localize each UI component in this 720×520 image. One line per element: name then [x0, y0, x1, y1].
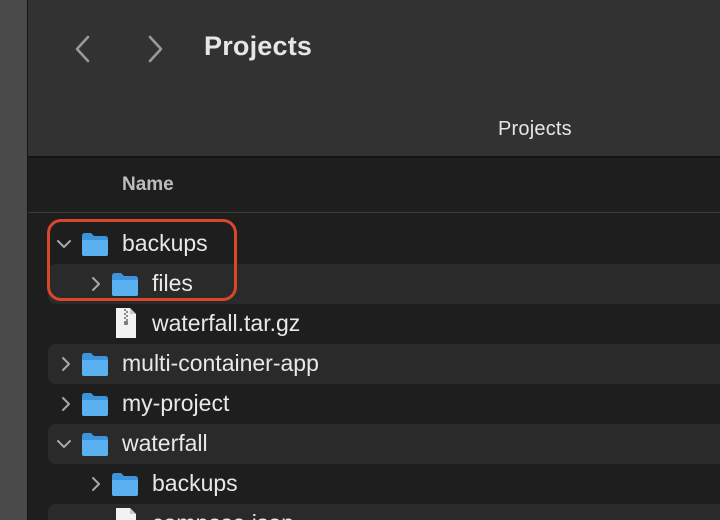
- list-item[interactable]: compose.json: [48, 504, 720, 520]
- item-name: backups: [122, 230, 208, 256]
- back-button[interactable]: [68, 32, 98, 66]
- folder-icon: [112, 473, 138, 496]
- list-item[interactable]: multi-container-app: [48, 344, 720, 384]
- folder-icon: [82, 233, 108, 256]
- item-name: my-project: [122, 390, 230, 416]
- disclosure-open-icon[interactable]: [56, 436, 72, 452]
- disclosure-open-icon[interactable]: [56, 236, 72, 252]
- document-file-icon: [116, 508, 136, 520]
- list-item[interactable]: files: [48, 264, 720, 304]
- folder-icon: [112, 273, 138, 296]
- folder-icon: [82, 353, 108, 376]
- chevron-right-icon: [148, 35, 163, 63]
- disclosure-closed-icon[interactable]: [88, 276, 104, 292]
- disclosure-closed-icon[interactable]: [58, 356, 74, 372]
- list-item[interactable]: backups: [48, 224, 720, 264]
- item-name: files: [152, 270, 193, 296]
- sidebar-edge: [0, 0, 27, 520]
- list-item[interactable]: my-project: [48, 384, 720, 424]
- finder-window: Projects Projects Name backups files wat…: [0, 0, 720, 520]
- path-bar-title: Projects: [498, 118, 572, 140]
- list-item[interactable]: backups: [48, 464, 720, 504]
- item-name: compose.json: [152, 510, 294, 520]
- toolbar: [28, 0, 720, 156]
- forward-button[interactable]: [140, 32, 170, 66]
- column-header-name[interactable]: Name: [28, 158, 720, 212]
- header-divider: [28, 212, 720, 213]
- list-item[interactable]: waterfall.tar.gz: [48, 304, 720, 344]
- item-name: multi-container-app: [122, 350, 319, 376]
- chevron-left-icon: [75, 35, 90, 63]
- file-list: Name backups files waterfall.tar.gz mult…: [28, 158, 720, 520]
- item-name: waterfall.tar.gz: [152, 310, 301, 336]
- folder-icon: [82, 433, 108, 456]
- list-item[interactable]: waterfall: [48, 424, 720, 464]
- disclosure-closed-icon[interactable]: [88, 476, 104, 492]
- folder-icon: [82, 393, 108, 416]
- window-title: Projects: [204, 31, 313, 61]
- item-name: waterfall: [122, 430, 208, 456]
- item-name: backups: [152, 470, 238, 496]
- archive-file-icon: [116, 308, 136, 338]
- column-header-label: Name: [122, 174, 174, 195]
- disclosure-closed-icon[interactable]: [58, 396, 74, 412]
